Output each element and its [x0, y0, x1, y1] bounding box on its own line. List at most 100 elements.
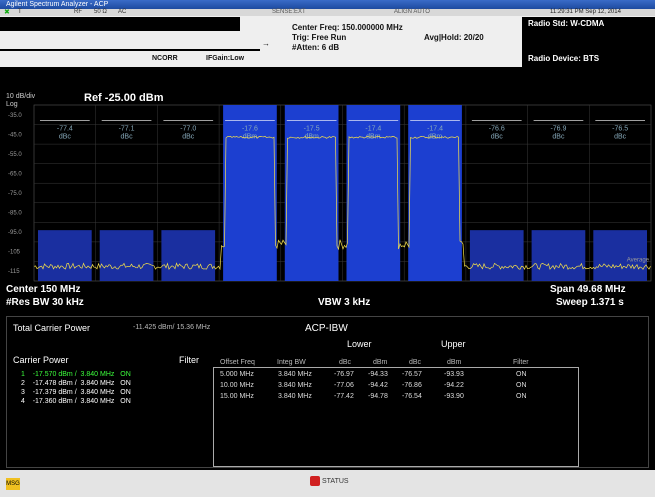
- tab-coupling[interactable]: AC: [118, 9, 126, 15]
- row1-lower-dbm: -94.33: [368, 371, 388, 378]
- filter-label: Filter: [179, 355, 199, 365]
- carrier-row-4[interactable]: 4 -17.360 dBm / 3.840 MHz ON: [21, 398, 131, 405]
- carrier-row-3[interactable]: 3 -17.379 dBm / 3.840 MHz ON: [21, 389, 131, 396]
- carrier-bw: 3.840 MHz: [80, 398, 115, 405]
- carrier-bw: 3.840 MHz: [80, 380, 115, 387]
- adjacent-band: [38, 230, 92, 281]
- upper-header: Upper: [441, 339, 466, 349]
- y-tick-label: -55.0: [8, 152, 22, 158]
- band-unit: dBc: [182, 134, 195, 141]
- y-tick-label: -85.0: [8, 211, 22, 217]
- tab-rf[interactable]: RF: [74, 9, 82, 15]
- vbw-footer[interactable]: VBW 3 kHz: [318, 297, 370, 308]
- spectrum-svg: -35.0 -45.0 -55.0 -65.0 -75.0 -85.0 -95.0 -105 -…: [8, 104, 652, 282]
- band-unit: dBc: [491, 134, 504, 141]
- avg-hold: Avg|Hold: 20/20: [424, 33, 484, 42]
- total-carrier-power-label: Total Carrier Power: [13, 323, 91, 333]
- total-carrier-power-value: -11.425 dBm/ 15.36 MHz: [133, 324, 211, 331]
- band-unit: dBc: [59, 134, 72, 141]
- row3-upper-dbm: -93.90: [444, 393, 464, 400]
- carrier-filter: ON: [120, 380, 131, 387]
- header-panel: ✖ T RF 50 Ω AC SENSE:EXT ALIGN AUTO 11:2…: [0, 9, 655, 67]
- band-value: -77.1: [119, 126, 135, 133]
- band-value: -17.6: [242, 126, 258, 133]
- band-unit: dBm: [243, 134, 258, 141]
- carrier-number: 4: [21, 398, 25, 405]
- results-panel: Total Carrier Power -11.425 dBm/ 15.36 M…: [6, 316, 649, 468]
- ncorr-label: NCORR: [152, 55, 178, 62]
- y-tick-label: -45.0: [8, 132, 22, 138]
- carrier-power-label: Carrier Power: [13, 355, 69, 365]
- band-value: -77.4: [57, 126, 73, 133]
- app-title: Agilent Spectrum Analyzer - ACP: [6, 1, 109, 8]
- y-tick-label: -35.0: [8, 113, 22, 119]
- y-tick-label: -95.0: [8, 230, 22, 236]
- carrier-power: -17.570 dBm /: [32, 371, 77, 378]
- status-label: STATUS: [322, 477, 349, 485]
- carrier-row-2[interactable]: 2 -17.478 dBm / 3.840 MHz ON: [21, 380, 131, 387]
- sweep-footer[interactable]: Sweep 1.371 s: [556, 297, 624, 308]
- row3-lower-dbc: -77.42: [334, 393, 354, 400]
- row1-upper-dbc: -76.57: [402, 371, 422, 378]
- status-button[interactable]: STATUS: [310, 476, 349, 486]
- sense-label: SENSE:EXT: [272, 9, 306, 15]
- tab-impedance[interactable]: 50 Ω: [94, 9, 107, 15]
- center-footer[interactable]: Center 150 MHz: [6, 284, 80, 295]
- y-tick-label: -65.0: [8, 171, 22, 177]
- res-bw-footer[interactable]: #Res BW 30 kHz: [6, 297, 84, 308]
- band-value: -76.6: [489, 126, 505, 133]
- carrier-power: -17.478 dBm /: [32, 380, 77, 387]
- row3-filter: ON: [516, 393, 527, 400]
- radio-std[interactable]: Radio Std: W-CDMA: [528, 19, 604, 28]
- row3-upper-dbc: -76.54: [402, 393, 422, 400]
- row2-filter: ON: [516, 382, 527, 389]
- carrier-row-1[interactable]: 1 -17.570 dBm / 3.840 MHz ON: [21, 371, 131, 378]
- black-field: [0, 17, 240, 31]
- msg-indicator[interactable]: MSG: [6, 478, 20, 490]
- carrier-bw: 3.840 MHz: [80, 371, 115, 378]
- carrier-filter: ON: [120, 398, 131, 405]
- row2-upper-dbm: -94.22: [444, 382, 464, 389]
- acp-table: 5.000 MHz 3.840 MHz -76.97 -94.33 -76.57…: [213, 367, 579, 467]
- adjacent-band: [161, 230, 216, 281]
- band-unit: dBc: [121, 134, 134, 141]
- average-label: Average: [627, 257, 650, 263]
- green-x-icon[interactable]: ✖: [4, 8, 10, 16]
- divider: [0, 49, 260, 51]
- carrier-number: 3: [21, 389, 25, 396]
- carrier-number: 2: [21, 380, 25, 387]
- row1-offset: 5.000 MHz: [220, 371, 254, 378]
- band-value: -77.0: [180, 126, 196, 133]
- lower-header: Lower: [347, 339, 372, 349]
- mode-label: ACP-IBW: [305, 323, 348, 334]
- band-value: -17.4: [365, 126, 381, 133]
- title-bar: Agilent Spectrum Analyzer - ACP: [0, 0, 655, 9]
- center-freq[interactable]: Center Freq: 150.000000 MHz: [292, 23, 403, 32]
- band-value: -76.9: [550, 126, 566, 133]
- col-integ-bw: Integ BW: [277, 359, 306, 366]
- row2-upper-dbc: -76.86: [402, 382, 422, 389]
- carrier-power: -17.379 dBm /: [32, 389, 77, 396]
- carrier-filter: ON: [120, 371, 131, 378]
- col-upper-dbc: dBc: [409, 359, 422, 366]
- adjacent-band: [531, 230, 586, 281]
- carrier-power: -17.360 dBm /: [32, 398, 77, 405]
- input-arrow-icon: →: [262, 39, 270, 48]
- y-tick-label: -75.0: [8, 191, 22, 197]
- col-upper-dbm: dBm: [447, 359, 462, 366]
- carrier-filter: ON: [120, 389, 131, 396]
- row3-lower-dbm: -94.78: [368, 393, 388, 400]
- adjacent-band: [99, 230, 154, 281]
- y-tick-label: -105: [8, 250, 21, 256]
- ifgain-label: IFGain:Low: [206, 55, 245, 62]
- datetime: 11:29:31 PM Sep 12, 2014: [550, 9, 621, 15]
- carrier-bw: 3.840 MHz: [80, 389, 115, 396]
- col-filter: Filter: [513, 359, 529, 366]
- spectrum-plot[interactable]: 10 dB/div Log Ref -25.00 dBm -35.0 -45.0-…: [0, 67, 655, 312]
- adjacent-band: [469, 230, 524, 281]
- tab-trigger[interactable]: T: [18, 9, 22, 15]
- span-footer[interactable]: Span 49.68 MHz: [550, 284, 626, 295]
- radio-device[interactable]: Radio Device: BTS: [528, 54, 599, 63]
- status-bar: MSG STATUS: [0, 470, 655, 497]
- row3-offset: 15.00 MHz: [220, 393, 254, 400]
